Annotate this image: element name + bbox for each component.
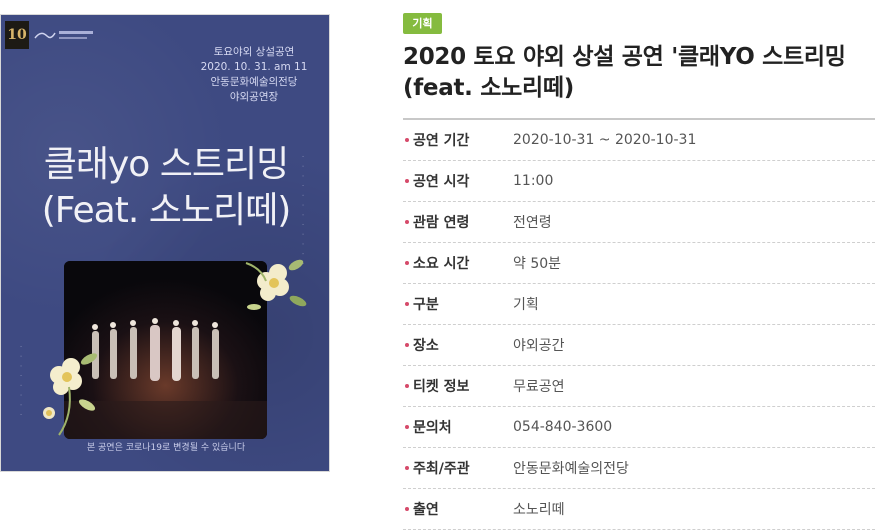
- poster-info-line: 토요야외 상설공연: [213, 46, 295, 58]
- bullet-icon: [405, 302, 409, 306]
- anniversary-logo: 10: [5, 21, 29, 49]
- detail-value: 소노리떼: [513, 502, 565, 518]
- poster-title-line1: 클래yo 스트리밍: [43, 144, 290, 185]
- category-badge: 기획: [403, 13, 442, 34]
- poster-title-line2: (Feat. 소노리떼): [41, 190, 292, 231]
- bullet-icon: [405, 343, 409, 347]
- detail-row-host: 주최/주관 안동문화예술의전당: [403, 448, 875, 489]
- detail-label: 장소: [413, 338, 439, 354]
- poster-info-line: 야외공연장: [229, 91, 279, 103]
- detail-value: 054-840-3600: [513, 419, 613, 435]
- detail-value: 기획: [513, 297, 539, 313]
- poster-info-line: 안동문화예술의전당: [210, 76, 298, 88]
- bullet-icon: [405, 138, 409, 142]
- detail-label: 공연 시각: [413, 174, 470, 190]
- bullet-icon: [405, 425, 409, 429]
- event-title: 2020 토요 야외 상설 공연 '클래YO 스트리밍 (feat. 소노리떼): [403, 44, 846, 101]
- detail-label: 주최/주관: [413, 461, 470, 477]
- organization-logo: [34, 31, 93, 39]
- detail-value: 11:00: [513, 173, 554, 189]
- poster-caption: 본 공연은 코로나19로 변경될 수 있습니다: [86, 443, 246, 453]
- detail-value: 안동문화예술의전당: [513, 461, 629, 477]
- flower-decoration-icon: [245, 259, 307, 310]
- detail-label: 출연: [413, 502, 439, 518]
- detail-value: 야외공간: [513, 338, 565, 354]
- decorative-vertical-text: · · · · · · · ·: [15, 345, 25, 418]
- detail-row-contact: 문의처 054-840-3600: [403, 407, 875, 448]
- detail-label: 공연 기간: [413, 133, 470, 149]
- event-details-list: 공연 기간 2020-10-31 ~ 2020-10-31 공연 시각 11:0…: [403, 120, 875, 530]
- detail-row-time: 공연 시각 11:00: [403, 161, 875, 202]
- detail-row-cast: 출연 소노리떼: [403, 489, 875, 530]
- detail-row-period: 공연 기간 2020-10-31 ~ 2020-10-31: [403, 120, 875, 161]
- detail-row-duration: 소요 시간 약 50분: [403, 243, 875, 284]
- detail-value: 전연령: [513, 215, 552, 231]
- detail-row-venue: 장소 야외공간: [403, 325, 875, 366]
- detail-label: 구분: [413, 297, 439, 313]
- detail-label: 소요 시간: [413, 256, 470, 272]
- flower-decoration-icon: [43, 353, 98, 436]
- bullet-icon: [405, 466, 409, 470]
- bullet-icon: [405, 179, 409, 183]
- bullet-icon: [405, 261, 409, 265]
- detail-row-age: 관람 연령 전연령: [403, 202, 875, 243]
- detail-label: 티켓 정보: [413, 379, 470, 395]
- detail-row-ticket: 티켓 정보 무료공연: [403, 366, 875, 407]
- poster-info-line: 2020. 10. 31. am 11: [200, 61, 308, 73]
- detail-row-type: 구분 기획: [403, 284, 875, 325]
- detail-value: 약 50분: [513, 256, 562, 272]
- detail-value: 무료공연: [513, 379, 565, 395]
- detail-value: 2020-10-31 ~ 2020-10-31: [513, 132, 697, 148]
- detail-label: 문의처: [413, 420, 452, 436]
- event-poster: 10 토요야외 상설공연 2020. 10. 31. am 11 안동문화예술의…: [0, 14, 330, 472]
- bullet-icon: [405, 220, 409, 224]
- poster-info: 토요야외 상설공연 2020. 10. 31. am 11 안동문화예술의전당 …: [199, 45, 309, 105]
- bullet-icon: [405, 384, 409, 388]
- detail-label: 관람 연령: [413, 215, 470, 231]
- bullet-icon: [405, 507, 409, 511]
